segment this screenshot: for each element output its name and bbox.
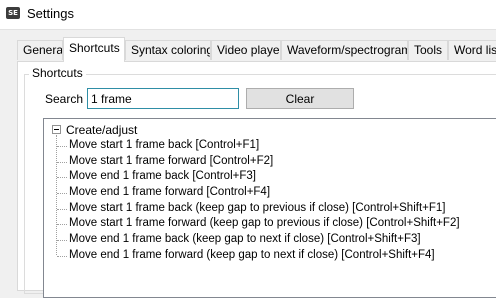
tree-item-label[interactable]: Move start 1 frame back [Control+F1]: [69, 139, 259, 151]
tree-item-label[interactable]: Move start 1 frame back (keep gap to pre…: [69, 202, 445, 214]
tree-item-label[interactable]: Move end 1 frame back (keep gap to next …: [69, 233, 421, 245]
tree-item-label[interactable]: Move end 1 frame back [Control+F3]: [69, 170, 256, 182]
tab-general[interactable]: General: [17, 40, 63, 60]
title-bar: SE Settings: [0, 0, 496, 30]
tree-connector: [57, 193, 67, 195]
shortcuts-tree[interactable]: Create/adjust Move start 1 frame back [C…: [43, 118, 496, 298]
search-input[interactable]: [87, 88, 239, 109]
tree-connector: [57, 255, 67, 257]
tab-shortcuts[interactable]: Shortcuts: [63, 37, 125, 62]
tree-connector: [57, 161, 67, 163]
tab-waveform-spectrogram[interactable]: Waveform/spectrogram: [281, 40, 408, 60]
collapse-icon[interactable]: [52, 125, 61, 134]
tree-item-label[interactable]: Move end 1 frame forward (keep gap to ne…: [69, 249, 435, 261]
tree-node-label[interactable]: Create/adjust: [66, 123, 137, 137]
tree-item-label[interactable]: Move end 1 frame forward [Control+F4]: [69, 186, 270, 198]
tab-word-lists[interactable]: Word lists: [448, 40, 496, 60]
tab-tools[interactable]: Tools: [408, 40, 448, 60]
tree-connector-line: [56, 135, 57, 255]
group-title: Shortcuts: [29, 66, 86, 80]
shortcuts-tab-panel: Shortcuts Search Clear Create/adjust Mov…: [17, 61, 496, 298]
tree-connector: [57, 146, 67, 147]
tab-strip: General Shortcuts Syntax coloring Video …: [0, 30, 496, 62]
tree-connector: [57, 208, 67, 210]
window-title: Settings: [27, 6, 74, 21]
tree-item-label[interactable]: Move start 1 frame forward [Control+F2]: [69, 155, 273, 167]
tab-video-player[interactable]: Video player: [211, 40, 281, 60]
clear-button[interactable]: Clear: [246, 88, 354, 109]
tree-connector: [57, 177, 67, 179]
tree-connector: [57, 224, 67, 226]
tree-connector: [57, 240, 67, 242]
shortcuts-group: Shortcuts Search Clear Create/adjust Mov…: [24, 66, 496, 298]
tree-item-label[interactable]: Move start 1 frame forward (keep gap to …: [69, 217, 460, 229]
search-label: Search: [45, 92, 84, 106]
app-icon: SE: [6, 7, 20, 19]
tab-syntax-coloring[interactable]: Syntax coloring: [125, 40, 211, 60]
